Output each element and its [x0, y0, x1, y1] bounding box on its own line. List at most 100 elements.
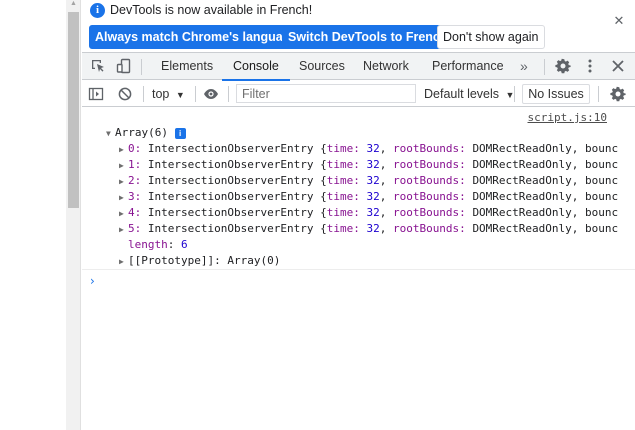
array-entry-row[interactable]: ▶ 0: IntersectionObserverEntry {time: 32,… [119, 141, 618, 157]
entry-time-key: time: [326, 158, 360, 171]
array-header[interactable]: ▼ Array(6) i [106, 125, 186, 141]
console-output: script.js:10 ▼ Array(6) i ▶ 0: Intersectio… [82, 108, 635, 430]
entry-time-value: 32 [366, 158, 380, 171]
entry-time-value: 32 [366, 222, 380, 235]
array-entry-row[interactable]: ▶ 2: IntersectionObserverEntry {time: 32,… [119, 173, 618, 189]
entry-type: IntersectionObserverEntry [147, 158, 314, 171]
match-chrome-language-button[interactable]: Always match Chrome's language [89, 25, 304, 49]
entry-index: 4: [128, 206, 142, 219]
toolbar-divider [195, 86, 196, 102]
entry-type: IntersectionObserverEntry [147, 142, 314, 155]
entry-bounds-value: DOMRectReadOnly, bounc [472, 206, 619, 219]
page-scrollbar[interactable]: ▲ [66, 0, 81, 430]
entry-bounds-value: DOMRectReadOnly, bounc [472, 190, 619, 203]
array-entry-row[interactable]: ▶ 3: IntersectionObserverEntry {time: 32,… [119, 189, 618, 205]
entry-time-value: 32 [366, 142, 380, 155]
filter-input[interactable] [236, 84, 416, 103]
toolbar-divider [143, 86, 144, 102]
page-content [0, 0, 66, 430]
info-badge-icon[interactable]: i [174, 128, 186, 139]
info-icon: i [90, 3, 105, 18]
source-link[interactable]: script.js:10 [528, 111, 607, 124]
sidebar-toggle-icon[interactable] [88, 86, 104, 102]
toolbar-divider [514, 86, 515, 102]
close-devtools-icon[interactable] [610, 58, 626, 74]
toolbar-divider [598, 86, 599, 102]
inspect-element-icon[interactable] [90, 58, 106, 74]
entry-type: IntersectionObserverEntry [147, 190, 314, 203]
entry-bounds-key: rootBounds: [392, 222, 466, 235]
language-infobar: i DevTools is now available in French! ✕… [82, 0, 635, 53]
entry-bounds-key: rootBounds: [392, 158, 466, 171]
entry-type: IntersectionObserverEntry [147, 206, 314, 219]
tab-sources[interactable]: Sources [288, 53, 356, 80]
console-toolbar: top ▼ Default levels ▼ No Issues [82, 81, 635, 107]
array-entry-row[interactable]: ▶ 5: IntersectionObserverEntry {time: 32,… [119, 221, 618, 237]
dont-show-again-button[interactable]: Don't show again [437, 25, 545, 49]
entry-time-key: time: [326, 222, 360, 235]
chevron-down-icon: ▼ [175, 90, 185, 100]
collapsed-triangle-icon: ▶ [119, 145, 124, 154]
collapsed-triangle-icon: ▶ [119, 209, 124, 218]
infobar-message: DevTools is now available in French! [110, 3, 313, 17]
scroll-up-arrow-icon[interactable]: ▲ [69, 0, 78, 8]
console-prompt-icon[interactable]: › [90, 274, 95, 288]
entry-index: 1: [128, 158, 142, 171]
entry-time-key: time: [326, 206, 360, 219]
entry-bounds-value: DOMRectReadOnly, bounc [472, 142, 619, 155]
entry-bounds-key: rootBounds: [392, 142, 466, 155]
eye-icon[interactable] [203, 86, 219, 102]
tab-elements[interactable]: Elements [150, 53, 224, 80]
entry-time-key: time: [326, 142, 360, 155]
entry-time-value: 32 [366, 174, 380, 187]
entry-time-value: 32 [366, 190, 380, 203]
array-label: Array(6) [115, 126, 168, 139]
more-tabs-chevron-icon[interactable]: » [509, 53, 539, 80]
switch-to-french-button[interactable]: Switch DevTools to French [282, 25, 454, 49]
tab-console[interactable]: Console [222, 53, 290, 81]
toolbar-divider [141, 59, 142, 75]
infobar-close-icon[interactable]: ✕ [612, 14, 626, 28]
entry-index: 2: [128, 174, 142, 187]
entry-index: 5: [128, 222, 142, 235]
kebab-menu-icon[interactable] [582, 58, 598, 74]
console-message: script.js:10 ▼ Array(6) i ▶ 0: Intersectio… [82, 108, 635, 270]
array-entry-row[interactable]: ▶ 4: IntersectionObserverEntry {time: 32,… [119, 205, 618, 221]
tab-network[interactable]: Network [352, 53, 420, 80]
entry-bounds-key: rootBounds: [392, 190, 466, 203]
page-scrollbar-thumb[interactable] [68, 12, 79, 208]
devtools-tabbar: Elements Console Sources Network Perform… [82, 53, 635, 81]
array-entry-row[interactable]: ▶ 1: IntersectionObserverEntry {time: 32,… [119, 157, 618, 173]
collapsed-triangle-icon: ▶ [119, 161, 124, 170]
entry-bounds-value: DOMRectReadOnly, bounc [472, 222, 619, 235]
entry-bounds-key: rootBounds: [392, 206, 466, 219]
collapsed-triangle-icon: ▶ [119, 177, 124, 186]
device-toggle-icon[interactable] [116, 58, 132, 74]
prototype-row[interactable]: ▶ [[Prototype]]: Array(0) [119, 253, 280, 269]
clear-console-icon[interactable] [117, 86, 133, 102]
entry-time-value: 32 [366, 206, 380, 219]
entry-index: 0: [128, 142, 142, 155]
prototype-label: [[Prototype]]: Array(0) [128, 254, 281, 267]
log-levels-select[interactable]: Default levels ▼ [424, 85, 514, 103]
entry-type: IntersectionObserverEntry [147, 174, 314, 187]
toolbar-divider [228, 86, 229, 102]
console-settings-gear-icon[interactable] [610, 86, 626, 102]
length-property: length: 6 [128, 238, 188, 251]
entry-index: 3: [128, 190, 142, 203]
entry-bounds-key: rootBounds: [392, 174, 466, 187]
collapsed-triangle-icon: ▶ [119, 225, 124, 234]
no-issues-button[interactable]: No Issues [522, 84, 590, 104]
length-value: 6 [181, 238, 188, 251]
entry-time-key: time: [326, 174, 360, 187]
collapsed-triangle-icon: ▶ [119, 257, 124, 266]
expanded-triangle-icon: ▼ [106, 129, 111, 138]
toolbar-divider [544, 59, 545, 75]
tab-performance[interactable]: Performance [421, 53, 515, 80]
settings-gear-icon[interactable] [555, 58, 571, 74]
entry-bounds-value: DOMRectReadOnly, bounc [472, 158, 619, 171]
log-levels-value: Default levels [424, 87, 500, 101]
entry-time-key: time: [326, 190, 360, 203]
entry-type: IntersectionObserverEntry [147, 222, 314, 235]
context-select[interactable]: top ▼ [152, 85, 185, 103]
